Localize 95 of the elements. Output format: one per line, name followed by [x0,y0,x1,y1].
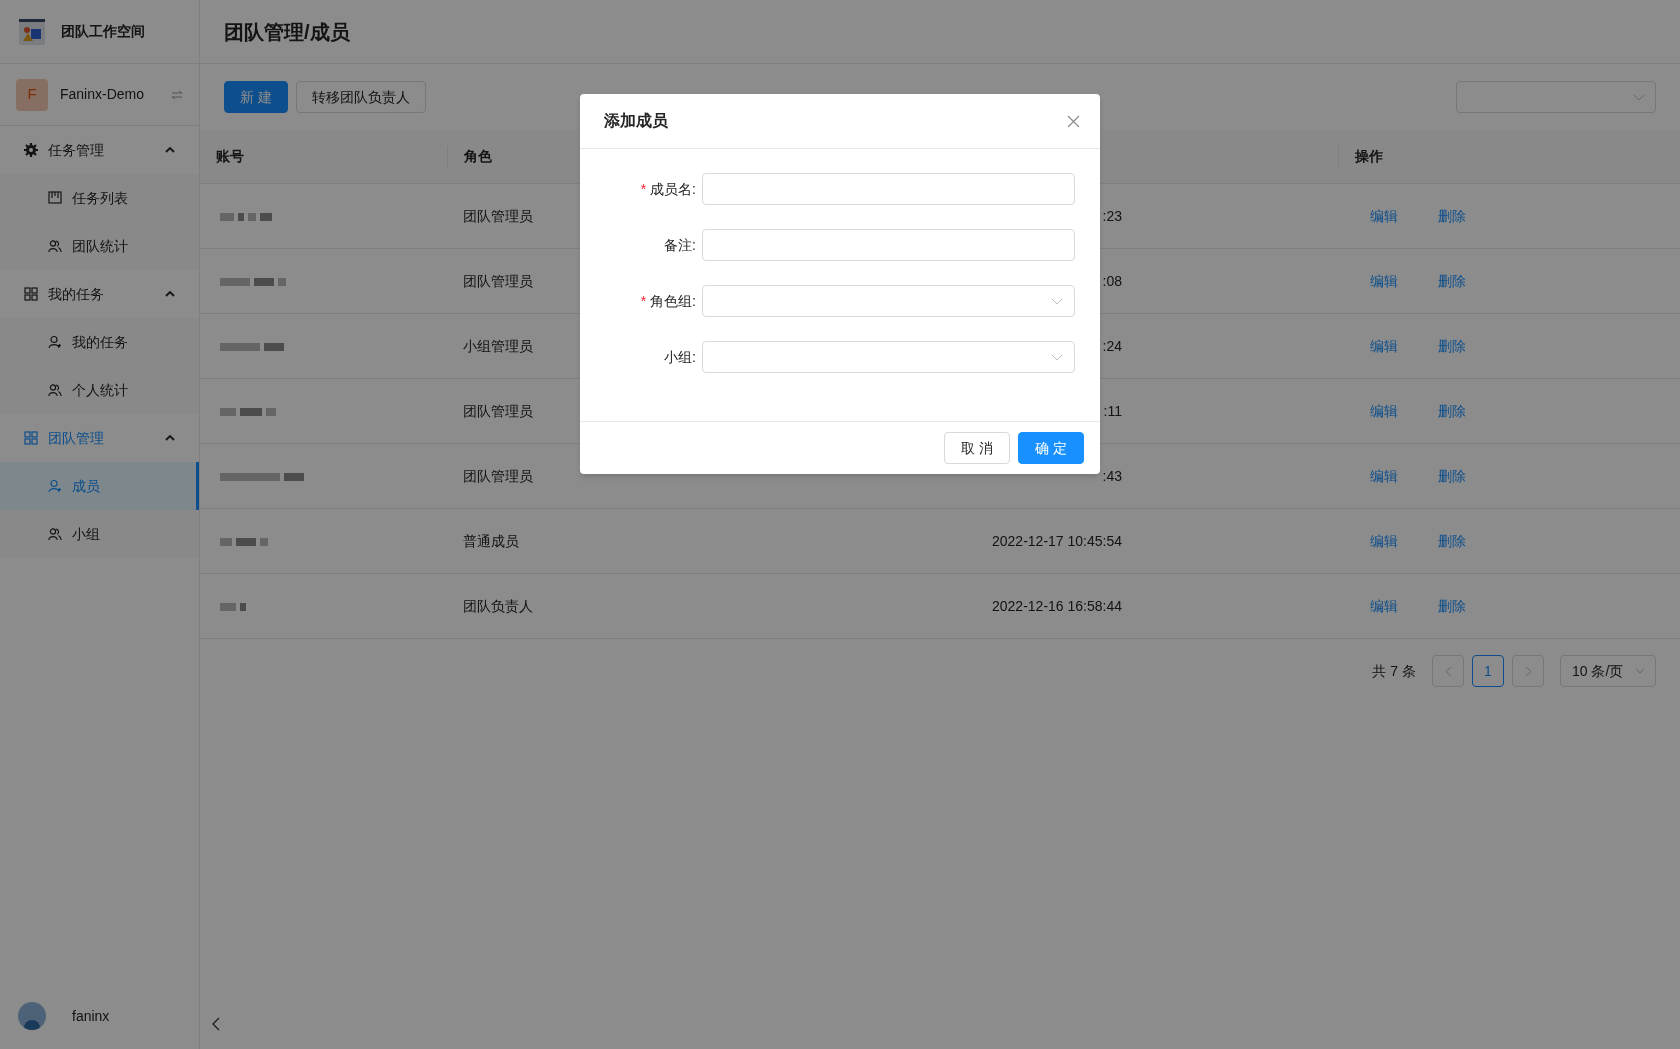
role-cell: 团队管理员 [463,402,533,419]
user-name: faninx [72,1006,110,1026]
time-cell-text: :08 [1102,271,1122,291]
role-cell: 团队管理员 [463,207,533,224]
page-button[interactable]: 1 [1472,655,1504,687]
delete-link[interactable]: 删除 [1438,270,1466,292]
pixelated-block [220,342,284,351]
role-cell: 团队管理员 [463,272,533,289]
menu-item[interactable]: 任务列表 [0,174,199,222]
gear-icon [24,143,38,157]
user-avatar [18,1002,46,1030]
edit-link[interactable]: 编辑 [1370,465,1398,487]
chevron-left-icon [1444,665,1452,677]
edit-link[interactable]: 编辑 [1370,400,1398,422]
time-cell-text: 2022-12-16 16:58:44 [992,596,1122,616]
pixelated-block [220,602,246,611]
field-label: 角色组: [650,291,696,311]
caret-up-icon [165,147,175,153]
pixelated-block [220,277,286,286]
select-field[interactable] [702,285,1075,317]
role-cell: 团队负责人 [463,597,533,614]
menu-group[interactable]: 我的任务 [0,270,199,318]
chevron-down-icon [1635,668,1645,674]
edit-link[interactable]: 编辑 [1370,530,1398,552]
switch-icon[interactable] [171,89,183,100]
total-count: 共 7 条 [1372,661,1416,681]
menu-group[interactable]: 任务管理 [0,126,199,174]
prev-page-button[interactable] [1432,655,1464,687]
delete-link[interactable]: 删除 [1438,465,1466,487]
role-cell: 普通成员 [463,532,519,549]
time-cell-text: :11 [1103,401,1122,421]
transfer-owner-button[interactable]: 转移团队负责人 [295,81,426,113]
menu-item[interactable]: 我的任务 [0,318,199,366]
dialog-title: 添加成员 [604,111,669,131]
edit-link[interactable]: 编辑 [1370,205,1398,227]
app-title: 团队工作空间 [61,22,145,41]
page-title: 团队管理/成员 [224,19,350,45]
next-page-button[interactable] [1512,655,1544,687]
pixelated-block [220,407,276,416]
caret-up-icon [165,435,175,441]
people-icon [48,527,62,541]
grid-icon [24,431,38,445]
collapse-icon[interactable] [211,1017,221,1031]
field-label: 小组: [664,347,696,367]
menu-item[interactable]: 成员 [0,462,199,510]
team-name: Faninx-Demo [60,85,146,104]
chevron-down-icon [1633,93,1645,101]
field-label: 成员名: [650,179,696,199]
person-icon [48,335,62,349]
logo-icon [19,18,45,45]
time-cell-text: :23 [1102,206,1122,226]
people-icon [48,383,62,397]
pixelated-block [220,537,268,546]
person-icon [48,479,62,493]
time-cell-text: :43 [1102,466,1122,486]
page-size-select[interactable]: 10 条/页 [1560,655,1656,687]
time-cell-text: 2022-12-17 10:45:54 [992,531,1122,551]
filter-select[interactable] [1456,81,1656,113]
menu-item[interactable]: 小组 [0,510,199,558]
cancel-button[interactable]: 取 消 [944,432,1011,464]
delete-link[interactable]: 删除 [1438,595,1466,617]
input-field[interactable] [702,173,1075,205]
close-icon[interactable] [1067,114,1080,128]
grid-icon [24,287,38,301]
input-field[interactable] [702,229,1075,261]
time-cell-text: :24 [1102,336,1122,356]
chevron-down-icon [1051,353,1063,361]
column-header: 角色 [463,147,493,166]
edit-link[interactable]: 编辑 [1370,335,1398,357]
chevron-down-icon [1051,297,1063,305]
chevron-right-icon [1524,665,1532,677]
team-avatar: F [16,78,48,111]
required-mark: * [640,179,647,199]
pixelated-block [220,212,272,221]
select-field[interactable] [702,341,1075,373]
menu-group[interactable]: 团队管理 [0,414,199,462]
menu-item[interactable]: 个人统计 [0,366,199,414]
confirm-button[interactable]: 确 定 [1018,432,1084,464]
delete-link[interactable]: 删除 [1438,400,1466,422]
delete-link[interactable]: 删除 [1438,530,1466,552]
required-mark: * [640,291,647,311]
delete-link[interactable]: 删除 [1438,335,1466,357]
board-icon [48,191,62,205]
caret-up-icon [165,291,175,297]
edit-link[interactable]: 编辑 [1370,270,1398,292]
new-button[interactable]: 新 建 [224,81,288,113]
role-cell: 小组管理员 [463,337,533,354]
menu-item[interactable]: 团队统计 [0,222,199,270]
delete-link[interactable]: 删除 [1438,205,1466,227]
column-header: 账号 [200,146,448,167]
role-cell: 团队管理员 [463,467,533,484]
column-header: 操作 [1338,146,1383,167]
edit-link[interactable]: 编辑 [1370,595,1398,617]
people-icon [48,239,62,253]
field-label: 备注: [664,235,696,255]
